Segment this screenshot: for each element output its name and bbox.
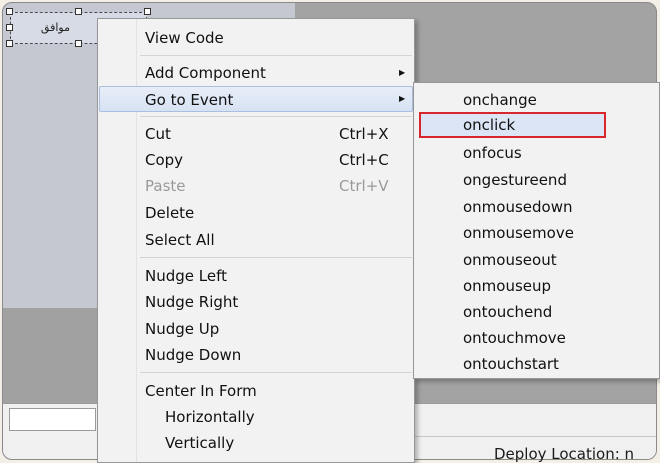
menu-item-label: Add Component [145,64,266,82]
event-item-ongestureend[interactable]: ongestureend [414,167,659,193]
event-item-ontouchmove[interactable]: ontouchmove [414,325,659,351]
menu-item-shortcut: Ctrl+V [339,177,389,195]
menu-item-label: View Code [145,29,224,47]
form-button-label: موافق [40,21,70,34]
menu-separator [140,257,412,258]
event-item-label: ontouchstart [463,355,559,373]
resize-handle-top-middle[interactable] [75,8,82,15]
menu-item-view-code[interactable]: View Code [99,25,413,51]
menu-item-nudge-up[interactable]: Nudge Up [99,316,413,342]
menu-item-nudge-left[interactable]: Nudge Left [99,263,413,289]
menu-item-label: Go to Event [145,91,234,109]
event-item-label: ontouchmove [463,329,566,347]
menu-item-label: Select All [145,231,215,249]
menu-item-center-horizontally[interactable]: Horizontally [99,404,413,430]
event-item-onclick[interactable]: onclick [419,112,606,138]
menu-item-center-in-form: Center In Form [99,378,413,404]
event-submenu: onchange onclick onfocus ongestureend on… [413,82,660,379]
resize-handle-top-right[interactable] [144,8,151,15]
resize-handle-middle-left[interactable] [6,24,13,31]
triangle-right-icon: ▶ [399,68,406,77]
event-item-onfocus[interactable]: onfocus [414,140,659,166]
menu-item-label: Vertically [165,434,235,452]
event-item-label: onmousemove [463,224,574,242]
menu-separator [140,372,412,373]
bottom-text-field[interactable] [9,408,96,431]
menu-item-label: Nudge Left [145,267,227,285]
event-item-label: onchange [463,91,537,109]
resize-handle-bottom-left[interactable] [6,40,13,47]
menu-item-copy[interactable]: Copy Ctrl+C [99,147,413,173]
menu-item-label: Paste [145,177,186,195]
event-item-label: ontouchend [463,303,553,321]
menu-separator [140,55,412,56]
menu-item-shortcut: Ctrl+X [339,125,389,143]
event-item-onmousemove[interactable]: onmousemove [414,220,659,246]
context-menu: View Code Add Component ▶ Go to Event ▶ … [97,18,415,463]
menu-item-shortcut: Ctrl+C [339,151,389,169]
menu-item-label: Cut [145,125,171,143]
resize-handle-bottom-middle[interactable] [75,40,82,47]
menu-item-nudge-down[interactable]: Nudge Down [99,342,413,368]
menu-item-label: Nudge Down [145,346,242,364]
event-item-ontouchend[interactable]: ontouchend [414,299,659,325]
event-item-label: onfocus [463,144,522,162]
resize-handle-top-left[interactable] [6,8,13,15]
menu-separator [140,116,412,117]
menu-item-paste: Paste Ctrl+V [99,173,413,199]
menu-item-label: Horizontally [165,408,255,426]
deploy-location-label: Deploy Location: n [494,445,635,463]
designer-lower-area [3,308,99,403]
menu-item-label: Nudge Right [145,293,239,311]
triangle-right-icon: ▶ [399,94,406,103]
menu-item-label: Center In Form [145,382,257,400]
menu-item-label: Delete [145,204,195,222]
menu-item-label: Nudge Up [145,320,220,338]
menu-item-delete[interactable]: Delete [99,200,413,226]
event-item-onchange[interactable]: onchange [414,87,659,113]
event-item-label: onmouseout [463,251,557,269]
menu-item-label: Copy [145,151,184,169]
event-item-label: onmouseup [463,277,552,295]
menu-item-center-vertically[interactable]: Vertically [99,430,413,456]
menu-item-nudge-right[interactable]: Nudge Right [99,289,413,315]
menu-item-add-component[interactable]: Add Component ▶ [99,60,413,86]
menu-item-cut[interactable]: Cut Ctrl+X [99,121,413,147]
menu-item-go-to-event[interactable]: Go to Event ▶ [99,86,413,112]
event-item-ontouchstart[interactable]: ontouchstart [414,351,659,377]
event-item-label: ongestureend [463,171,567,189]
event-item-label: onclick [463,116,516,134]
event-item-onmousedown[interactable]: onmousedown [414,194,659,220]
event-item-onmouseout[interactable]: onmouseout [414,247,659,273]
menu-item-select-all[interactable]: Select All [99,227,413,253]
event-item-onmouseup[interactable]: onmouseup [414,273,659,299]
event-item-label: onmousedown [463,198,573,216]
